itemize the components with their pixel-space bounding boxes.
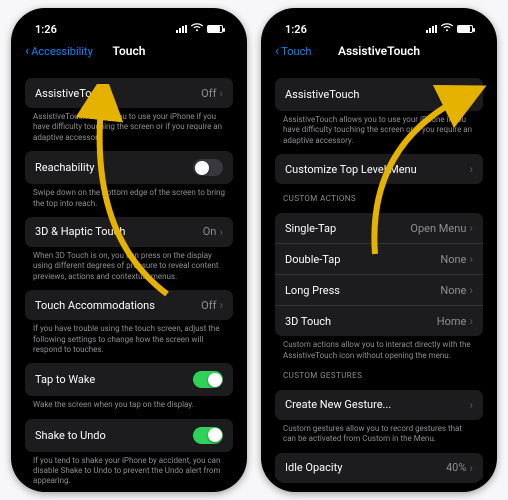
row-label: AssistiveTouch bbox=[35, 87, 109, 100]
footnote-haptic: When 3D Touch is on, you can press on th… bbox=[25, 247, 233, 282]
chevron-left-icon: ‹ bbox=[25, 44, 29, 58]
chevron-right-icon: › bbox=[219, 225, 223, 239]
footnote-accom: If you have trouble using the touch scre… bbox=[25, 320, 233, 355]
wifi-icon bbox=[441, 23, 453, 35]
status-time: 1:26 bbox=[35, 23, 57, 36]
chevron-right-icon: › bbox=[469, 162, 473, 176]
chevron-right-icon: › bbox=[469, 221, 473, 235]
chevron-right-icon: › bbox=[469, 283, 473, 297]
row-tap-to-wake[interactable]: Tap to Wake bbox=[25, 363, 233, 396]
page-title: Touch bbox=[113, 44, 146, 58]
chevron-right-icon: › bbox=[469, 461, 473, 475]
footnote-assistive: AssistiveTouch allows you to use your iP… bbox=[275, 111, 483, 146]
row-label: 3D Touch bbox=[285, 315, 331, 328]
status-time: 1:26 bbox=[285, 23, 307, 36]
nav-bar: ‹ Accessibility Touch bbox=[17, 38, 241, 64]
signal-icon bbox=[176, 25, 187, 33]
chevron-left-icon: ‹ bbox=[275, 44, 279, 58]
chevron-right-icon: › bbox=[469, 314, 473, 328]
battery-icon bbox=[207, 25, 223, 33]
status-icons bbox=[176, 23, 223, 35]
content[interactable]: AssistiveTouch AssistiveTouch allows you… bbox=[267, 64, 491, 486]
row-3d-haptic[interactable]: 3D & Haptic Touch On› bbox=[25, 217, 233, 247]
row-touch-accommodations[interactable]: Touch Accommodations Off› bbox=[25, 290, 233, 320]
row-value: None bbox=[440, 253, 466, 266]
row-label: Long Press bbox=[285, 284, 340, 297]
row-label: Touch Accommodations bbox=[35, 299, 155, 312]
row-double-tap[interactable]: Double-Tap None› bbox=[275, 243, 483, 274]
row-assistive-touch[interactable]: AssistiveTouch Off› bbox=[25, 78, 233, 108]
nav-bar: ‹ Touch AssistiveTouch bbox=[267, 38, 491, 64]
toggle-tap-to-wake[interactable] bbox=[193, 371, 223, 388]
row-label: Customize Top Level Menu bbox=[285, 163, 417, 176]
notch bbox=[86, 14, 172, 30]
row-value: On bbox=[203, 225, 217, 238]
row-shake-to-undo[interactable]: Shake to Undo bbox=[25, 419, 233, 452]
row-3d-touch[interactable]: 3D Touch Home› bbox=[275, 305, 483, 336]
battery-icon bbox=[457, 25, 473, 33]
notch bbox=[336, 14, 422, 30]
content[interactable]: AssistiveTouch Off› AssistiveTouch allow… bbox=[17, 64, 241, 486]
signal-icon bbox=[426, 25, 437, 33]
back-button[interactable]: ‹ Touch bbox=[275, 44, 311, 58]
toggle-reachability[interactable] bbox=[193, 159, 223, 176]
row-value: Off bbox=[201, 87, 216, 100]
row-idle-opacity[interactable]: Idle Opacity 40%› bbox=[275, 453, 483, 483]
back-label: Accessibility bbox=[31, 45, 93, 58]
page-title: AssistiveTouch bbox=[338, 44, 420, 58]
back-button[interactable]: ‹ Accessibility bbox=[25, 44, 93, 58]
row-assistive-touch-toggle[interactable]: AssistiveTouch bbox=[275, 78, 483, 111]
footnote-gestures: Custom gestures allow you to record gest… bbox=[275, 420, 483, 445]
row-label: 3D & Haptic Touch bbox=[35, 225, 125, 238]
row-label: AssistiveTouch bbox=[285, 88, 359, 101]
footnote-shake: If you tend to shake your iPhone by acci… bbox=[25, 452, 233, 486]
chevron-right-icon: › bbox=[469, 398, 473, 412]
toggle-assistive-touch[interactable] bbox=[443, 86, 473, 103]
row-value: Open Menu bbox=[410, 222, 466, 235]
row-label: Tap to Wake bbox=[35, 373, 95, 386]
footnote-reach: Swipe down on the bottom edge of the scr… bbox=[25, 184, 233, 209]
chevron-right-icon: › bbox=[469, 252, 473, 266]
row-label: Reachability bbox=[35, 161, 94, 174]
chevron-right-icon: › bbox=[219, 298, 223, 312]
row-create-gesture[interactable]: Create New Gesture... › bbox=[275, 390, 483, 420]
row-label: Single-Tap bbox=[285, 222, 336, 235]
row-label: Idle Opacity bbox=[285, 461, 342, 474]
wifi-icon bbox=[191, 23, 203, 35]
phone-right: 1:26 ‹ Touch AssistiveTouch AssistiveTou… bbox=[261, 8, 497, 492]
row-reachability[interactable]: Reachability bbox=[25, 151, 233, 184]
toggle-shake-to-undo[interactable] bbox=[193, 427, 223, 444]
footnote-assistive: AssistiveTouch allows you to use your iP… bbox=[25, 108, 233, 143]
row-label: Create New Gesture... bbox=[285, 398, 391, 411]
screen-left: 1:26 ‹ Accessibility Touch AssistiveTouc… bbox=[17, 14, 241, 486]
row-value: Home bbox=[437, 315, 467, 328]
screen-right: 1:26 ‹ Touch AssistiveTouch AssistiveTou… bbox=[267, 14, 491, 486]
phone-left: 1:26 ‹ Accessibility Touch AssistiveTouc… bbox=[11, 8, 247, 492]
row-long-press[interactable]: Long Press None› bbox=[275, 274, 483, 305]
row-customize-top-level[interactable]: Customize Top Level Menu › bbox=[275, 154, 483, 184]
back-label: Touch bbox=[281, 45, 311, 58]
row-label: Double-Tap bbox=[285, 253, 340, 266]
section-header-actions: CUSTOM ACTIONS bbox=[275, 184, 483, 205]
row-value: None bbox=[440, 284, 466, 297]
group-custom-actions: Single-Tap Open Menu› Double-Tap None› L… bbox=[275, 213, 483, 336]
footnote-tap: Wake the screen when you tap on the disp… bbox=[25, 396, 233, 410]
row-value: 40% bbox=[446, 461, 466, 474]
row-label: Shake to Undo bbox=[35, 429, 106, 442]
row-single-tap[interactable]: Single-Tap Open Menu› bbox=[275, 213, 483, 243]
section-header-gestures: CUSTOM GESTURES bbox=[275, 361, 483, 382]
status-icons bbox=[426, 23, 473, 35]
chevron-right-icon: › bbox=[219, 86, 223, 100]
row-value: Off bbox=[201, 299, 216, 312]
footnote-actions: Custom actions allow you to interact dir… bbox=[275, 336, 483, 361]
